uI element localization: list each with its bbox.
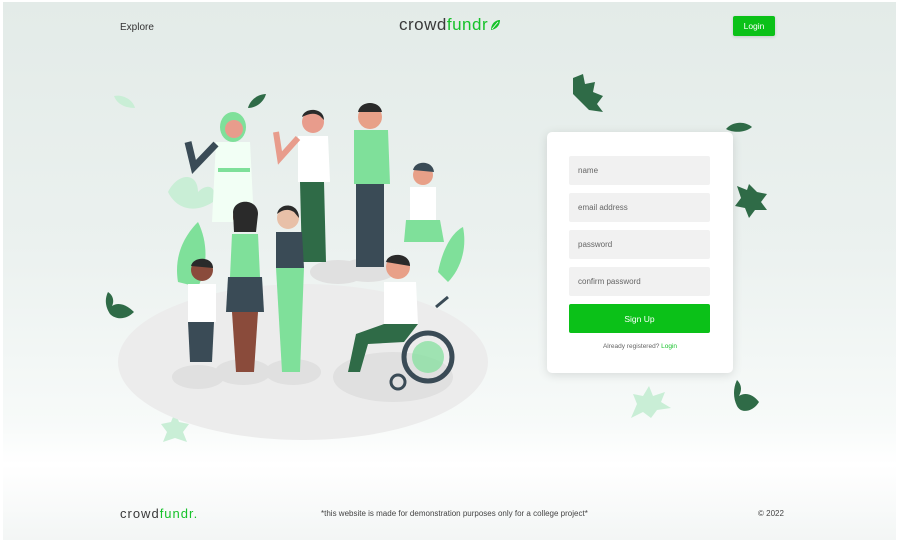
already-registered-label: Already registered? <box>602 343 660 350</box>
leaf-decor-icon <box>734 380 759 411</box>
footer-logo[interactable]: crowdfundr. <box>120 506 198 521</box>
footer-disclaimer: *this website is made for demonstration … <box>321 509 588 518</box>
leaf-decor-icon <box>573 74 603 112</box>
logo-text-accent: fundr <box>446 15 489 34</box>
login-button[interactable]: Login <box>733 16 775 36</box>
signup-form: Sign Up Already registered? Login <box>547 132 733 373</box>
page: Explore crowd fundr Login name email add… <box>3 2 896 540</box>
confirm-password-input[interactable] <box>569 267 710 296</box>
footer-logo-text-dark: crowd <box>120 506 160 521</box>
name-input[interactable] <box>569 156 710 185</box>
footer-copyright: © 2022 <box>758 509 784 518</box>
people-group-illustration <box>118 103 488 440</box>
password-input[interactable] <box>569 230 710 259</box>
leaf-icon <box>491 20 501 30</box>
login-link[interactable]: Login <box>661 343 677 350</box>
header-logo[interactable]: crowd fundr <box>399 15 501 35</box>
already-registered-text: Already registered? Login <box>547 343 733 350</box>
signup-button[interactable]: Sign Up <box>569 304 710 333</box>
email-input[interactable] <box>569 193 710 222</box>
leaf-decor-icon <box>735 184 767 218</box>
leaf-decor-icon <box>631 386 671 418</box>
footer-logo-text-accent: fundr. <box>159 506 199 521</box>
logo-text-dark: crowd <box>399 15 447 34</box>
nav-explore-link[interactable]: Explore <box>120 22 154 33</box>
